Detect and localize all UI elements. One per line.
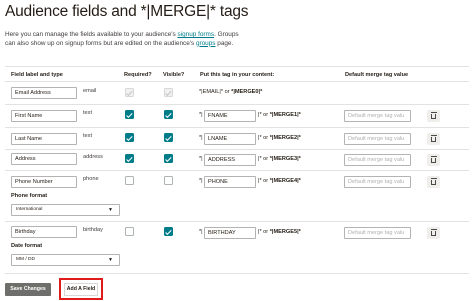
field-label-input[interactable]: First Name bbox=[11, 110, 77, 122]
highlight-box bbox=[59, 278, 103, 300]
field-label-input[interactable]: Phone Number bbox=[11, 176, 77, 188]
header-default-value: Default merge tag value bbox=[345, 72, 409, 78]
table-top-divider bbox=[5, 66, 469, 67]
date-format-value: MM / DD bbox=[16, 257, 35, 262]
tag-close: |* or bbox=[258, 229, 270, 235]
phone-format-label: Phone format bbox=[11, 193, 48, 199]
tag-alt: *|MERGE4|* bbox=[269, 178, 301, 184]
trash-can-icon bbox=[431, 157, 436, 164]
row-divider bbox=[5, 170, 469, 171]
required-checkbox[interactable] bbox=[125, 227, 134, 236]
field-type: phone bbox=[83, 176, 99, 182]
email-merge-tag: *|EMAIL|* or *|MERGE0|* bbox=[199, 89, 262, 95]
merge-tag-input[interactable]: LNAME bbox=[204, 133, 256, 145]
email-required-checkbox bbox=[125, 88, 134, 97]
default-value-input[interactable]: Default merge tag valu bbox=[344, 133, 411, 145]
row-divider bbox=[5, 149, 469, 150]
header-tag: Put this tag in your content: bbox=[200, 72, 275, 78]
page-description: Here you can manage the fields available… bbox=[5, 31, 245, 48]
visible-checkbox[interactable] bbox=[164, 176, 173, 185]
merge-tag-alt: |* or *|MERGE1|* bbox=[258, 112, 301, 118]
chevron-down-icon: ▼ bbox=[108, 257, 113, 263]
merge-tag-input[interactable]: BIRTHDAY bbox=[204, 227, 256, 239]
required-checkbox[interactable] bbox=[125, 133, 134, 142]
header-field-label: Field label and type bbox=[11, 72, 63, 78]
delete-field-button[interactable] bbox=[427, 133, 440, 145]
tag-close: |* or bbox=[258, 112, 270, 118]
email-field-type: email bbox=[83, 88, 97, 94]
trash-can-icon bbox=[431, 230, 436, 237]
field-type: text bbox=[83, 110, 93, 116]
visible-checkbox[interactable] bbox=[164, 110, 173, 119]
tag-close: |* or bbox=[258, 156, 270, 162]
visible-checkbox[interactable] bbox=[164, 227, 173, 236]
header-required: Required? bbox=[124, 72, 152, 78]
delete-field-button[interactable] bbox=[427, 110, 440, 122]
field-label-input[interactable]: Birthday bbox=[11, 226, 77, 238]
delete-field-button[interactable] bbox=[427, 154, 440, 166]
merge-tag-alt: |* or *|MERGE3|* bbox=[258, 156, 301, 162]
phone-format-select[interactable]: International ▼ bbox=[11, 204, 120, 216]
description-suffix: page. bbox=[215, 39, 234, 47]
merge-tag-alt: |* or *|MERGE2|* bbox=[258, 135, 301, 141]
tag-open: *| bbox=[199, 135, 203, 141]
tag-open: *| bbox=[199, 156, 203, 162]
field-type: text bbox=[83, 133, 93, 139]
trash-can-icon bbox=[431, 136, 436, 143]
chevron-down-icon: ▼ bbox=[108, 207, 113, 213]
field-label-input[interactable]: Last Name bbox=[11, 133, 77, 145]
default-value-input[interactable]: Default merge tag valu bbox=[344, 110, 411, 122]
required-checkbox[interactable] bbox=[125, 176, 134, 185]
tag-close: |* or bbox=[258, 135, 270, 141]
visible-checkbox[interactable] bbox=[164, 133, 173, 142]
email-tag-prefix: *|EMAIL|* or bbox=[199, 89, 232, 95]
tag-alt: *|MERGE3|* bbox=[269, 156, 301, 162]
date-format-label: Date format bbox=[11, 243, 43, 249]
delete-field-button[interactable] bbox=[427, 227, 440, 239]
email-visible-checkbox bbox=[164, 88, 173, 97]
merge-tag-input[interactable]: PHONE bbox=[204, 176, 256, 188]
merge-tag-alt: |* or *|MERGE5|* bbox=[258, 229, 301, 235]
header-divider bbox=[5, 81, 469, 82]
row-divider bbox=[5, 127, 469, 128]
tag-alt: *|MERGE2|* bbox=[269, 135, 301, 141]
tag-alt: *|MERGE5|* bbox=[269, 229, 301, 235]
description-prefix: Here you can manage the fields available… bbox=[5, 31, 178, 38]
phone-format-value: International bbox=[16, 207, 43, 212]
trash-can-icon bbox=[431, 179, 436, 186]
required-checkbox[interactable] bbox=[125, 154, 134, 163]
date-format-select[interactable]: MM / DD ▼ bbox=[11, 254, 120, 266]
merge-tag-input[interactable]: ADDRESS bbox=[204, 154, 256, 166]
merge-tag-alt: |* or *|MERGE4|* bbox=[258, 178, 301, 184]
tag-alt: *|MERGE1|* bbox=[269, 112, 301, 118]
tag-open: *| bbox=[199, 112, 203, 118]
save-changes-button[interactable]: Save Changes bbox=[5, 283, 51, 296]
tag-open: *| bbox=[199, 178, 203, 184]
required-checkbox[interactable] bbox=[125, 110, 134, 119]
field-label-input[interactable]: Address bbox=[11, 153, 77, 165]
tag-open: *| bbox=[199, 229, 203, 235]
row-divider bbox=[5, 104, 469, 105]
email-tag-alt: *|MERGE0|* bbox=[231, 89, 263, 95]
merge-tag-input[interactable]: FNAME bbox=[204, 110, 256, 122]
default-value-input[interactable]: Default merge tag valu bbox=[344, 227, 411, 239]
table-bottom-divider bbox=[5, 273, 469, 274]
default-value-input[interactable]: Default merge tag valu bbox=[344, 176, 411, 188]
tag-close: |* or bbox=[258, 178, 270, 184]
page-title: Audience fields and *|MERGE|* tags bbox=[5, 3, 249, 20]
header-visible: Visible? bbox=[163, 72, 185, 78]
row-divider bbox=[5, 221, 469, 222]
field-type: birthday bbox=[83, 227, 103, 233]
visible-checkbox[interactable] bbox=[164, 154, 173, 163]
delete-field-button[interactable] bbox=[427, 176, 440, 188]
email-field-label-input[interactable]: Email Address bbox=[11, 87, 77, 99]
field-type: address bbox=[83, 154, 103, 160]
groups-link[interactable]: groups bbox=[196, 40, 216, 47]
trash-can-icon bbox=[431, 113, 436, 120]
default-value-input[interactable]: Default merge tag valu bbox=[344, 154, 411, 166]
signup-forms-link[interactable]: signup forms bbox=[177, 31, 214, 38]
